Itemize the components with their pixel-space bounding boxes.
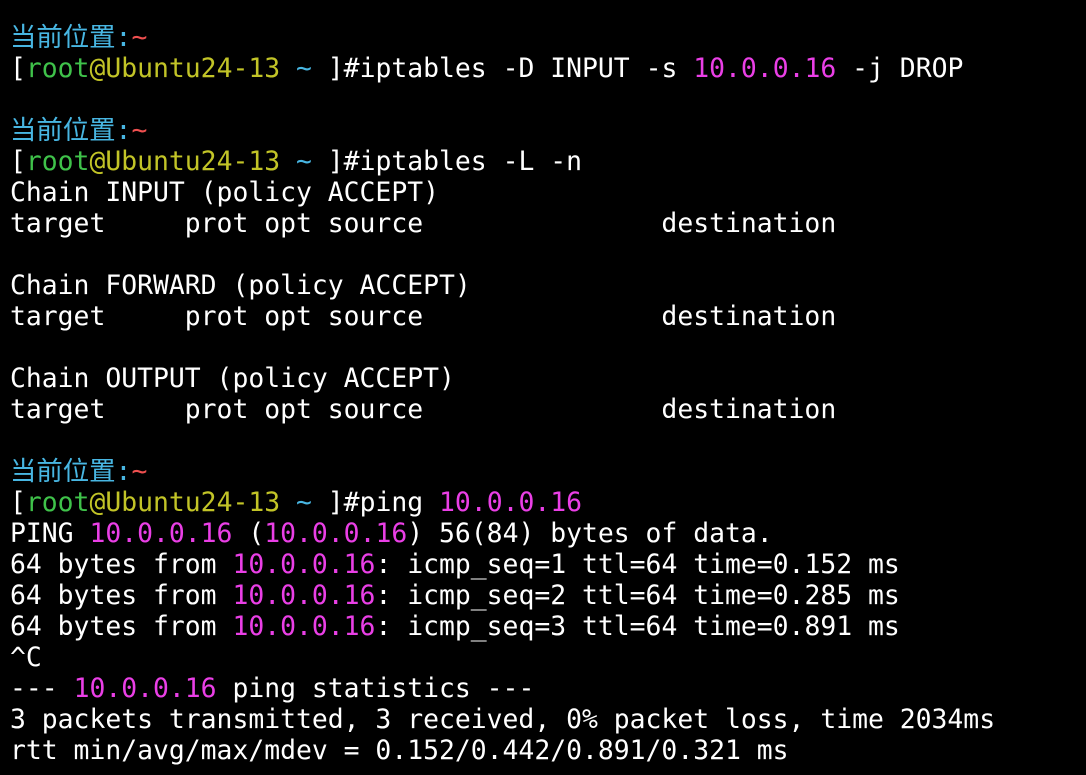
text-segment: ^C bbox=[10, 642, 42, 673]
location-label: 当前位置: bbox=[10, 456, 132, 487]
text-segment: ) 56(84) bytes of data. bbox=[407, 518, 773, 549]
text-segment: [ bbox=[10, 146, 26, 177]
output-line: target prot opt source destination bbox=[10, 301, 1086, 332]
prompt-host: @ bbox=[89, 53, 106, 84]
text-segment: : icmp_seq=3 ttl=64 time=0.891 ms bbox=[375, 611, 900, 642]
prompt-user: root bbox=[25, 146, 90, 177]
location-path: ~ bbox=[131, 115, 148, 146]
output-line: --- 10.0.0.16 ping statistics --- bbox=[10, 673, 1086, 704]
text-segment: iptables -D INPUT -s bbox=[359, 53, 694, 84]
output-line: target prot opt source destination bbox=[10, 208, 1086, 239]
text-segment: ]# bbox=[327, 53, 360, 84]
text-segment: ~ bbox=[280, 53, 328, 84]
location-label: 当前位置: bbox=[10, 22, 132, 53]
text-segment: ]# bbox=[327, 146, 360, 177]
prompt-location-line: 当前位置:~ bbox=[10, 115, 1086, 146]
text-segment: [ bbox=[10, 487, 26, 518]
text-segment: 3 packets transmitted, 3 received, 0% pa… bbox=[10, 704, 996, 735]
prompt-host: Ubuntu24-13 bbox=[105, 487, 281, 518]
ip-address: 10.0.0.16 bbox=[232, 580, 376, 611]
text-segment: Chain FORWARD (policy ACCEPT) bbox=[10, 270, 471, 301]
text-segment: ping bbox=[359, 487, 440, 518]
text-segment: [ bbox=[10, 53, 26, 84]
prompt-host: @ bbox=[89, 487, 106, 518]
text-segment: ~ bbox=[280, 146, 328, 177]
text-segment: PING bbox=[10, 518, 90, 549]
location-path: ~ bbox=[131, 22, 148, 53]
prompt-host: Ubuntu24-13 bbox=[105, 146, 281, 177]
command-line: [root@Ubuntu24-13 ~ ]#iptables -D INPUT … bbox=[10, 53, 1086, 84]
terminal-output[interactable]: 当前位置:~ [root@Ubuntu24-13 ~ ]#iptables -D … bbox=[0, 0, 1086, 775]
text-segment: iptables -L -n bbox=[359, 146, 583, 177]
command-line: [root@Ubuntu24-13 ~ ]#iptables -L -n bbox=[10, 146, 1086, 177]
output-line: PING 10.0.0.16 (10.0.0.16) 56(84) bytes … bbox=[10, 518, 1086, 549]
text-segment: --- bbox=[10, 673, 74, 704]
prompt-location-line: 当前位置:~ bbox=[10, 456, 1086, 487]
output-line: Chain FORWARD (policy ACCEPT) bbox=[10, 270, 1086, 301]
location-label: 当前位置: bbox=[10, 115, 132, 146]
text-segment: -j DROP bbox=[836, 53, 964, 84]
text-segment: 64 bytes from bbox=[10, 611, 233, 642]
location-path: ~ bbox=[131, 456, 148, 487]
text-segment: rtt min/avg/max/mdev = 0.152/0.442/0.891… bbox=[10, 735, 789, 766]
text-segment: ( bbox=[232, 518, 265, 549]
text-segment: 64 bytes from bbox=[10, 549, 233, 580]
ip-address: 10.0.0.16 bbox=[232, 611, 376, 642]
output-line: target prot opt source destination bbox=[10, 394, 1086, 425]
text-segment: Chain OUTPUT (policy ACCEPT) bbox=[10, 363, 455, 394]
text-segment: ]# bbox=[327, 487, 360, 518]
output-line: 64 bytes from 10.0.0.16: icmp_seq=3 ttl=… bbox=[10, 611, 1086, 642]
ip-address: 10.0.0.16 bbox=[264, 518, 408, 549]
output-line: Chain OUTPUT (policy ACCEPT) bbox=[10, 363, 1086, 394]
ip-address: 10.0.0.16 bbox=[439, 487, 583, 518]
text-segment: ping statistics --- bbox=[216, 673, 535, 704]
prompt-host: @ bbox=[89, 146, 106, 177]
text-segment: target prot opt source destination bbox=[10, 394, 837, 425]
output-line: ^C bbox=[10, 642, 1086, 673]
text-segment: : icmp_seq=2 ttl=64 time=0.285 ms bbox=[375, 580, 900, 611]
text-segment: Chain INPUT (policy ACCEPT) bbox=[10, 177, 439, 208]
ip-address: 10.0.0.16 bbox=[89, 518, 233, 549]
ip-address: 10.0.0.16 bbox=[693, 53, 837, 84]
output-line: Chain INPUT (policy ACCEPT) bbox=[10, 177, 1086, 208]
text-segment: target prot opt source destination bbox=[10, 301, 837, 332]
text-segment: 64 bytes from bbox=[10, 580, 233, 611]
output-line: 64 bytes from 10.0.0.16: icmp_seq=2 ttl=… bbox=[10, 580, 1086, 611]
command-line: [root@Ubuntu24-13 ~ ]#ping 10.0.0.16 bbox=[10, 487, 1086, 518]
output-line: 64 bytes from 10.0.0.16: icmp_seq=1 ttl=… bbox=[10, 549, 1086, 580]
text-segment: : icmp_seq=1 ttl=64 time=0.152 ms bbox=[375, 549, 900, 580]
ip-address: 10.0.0.16 bbox=[232, 549, 376, 580]
prompt-user: root bbox=[25, 53, 90, 84]
prompt-user: root bbox=[25, 487, 90, 518]
output-line: rtt min/avg/max/mdev = 0.152/0.442/0.891… bbox=[10, 735, 1086, 766]
text-segment: target prot opt source destination bbox=[10, 208, 837, 239]
text-segment: ~ bbox=[280, 487, 328, 518]
output-line: 3 packets transmitted, 3 received, 0% pa… bbox=[10, 704, 1086, 735]
prompt-host: Ubuntu24-13 bbox=[105, 53, 281, 84]
ip-address: 10.0.0.16 bbox=[73, 673, 217, 704]
prompt-location-line: 当前位置:~ bbox=[10, 22, 1086, 53]
